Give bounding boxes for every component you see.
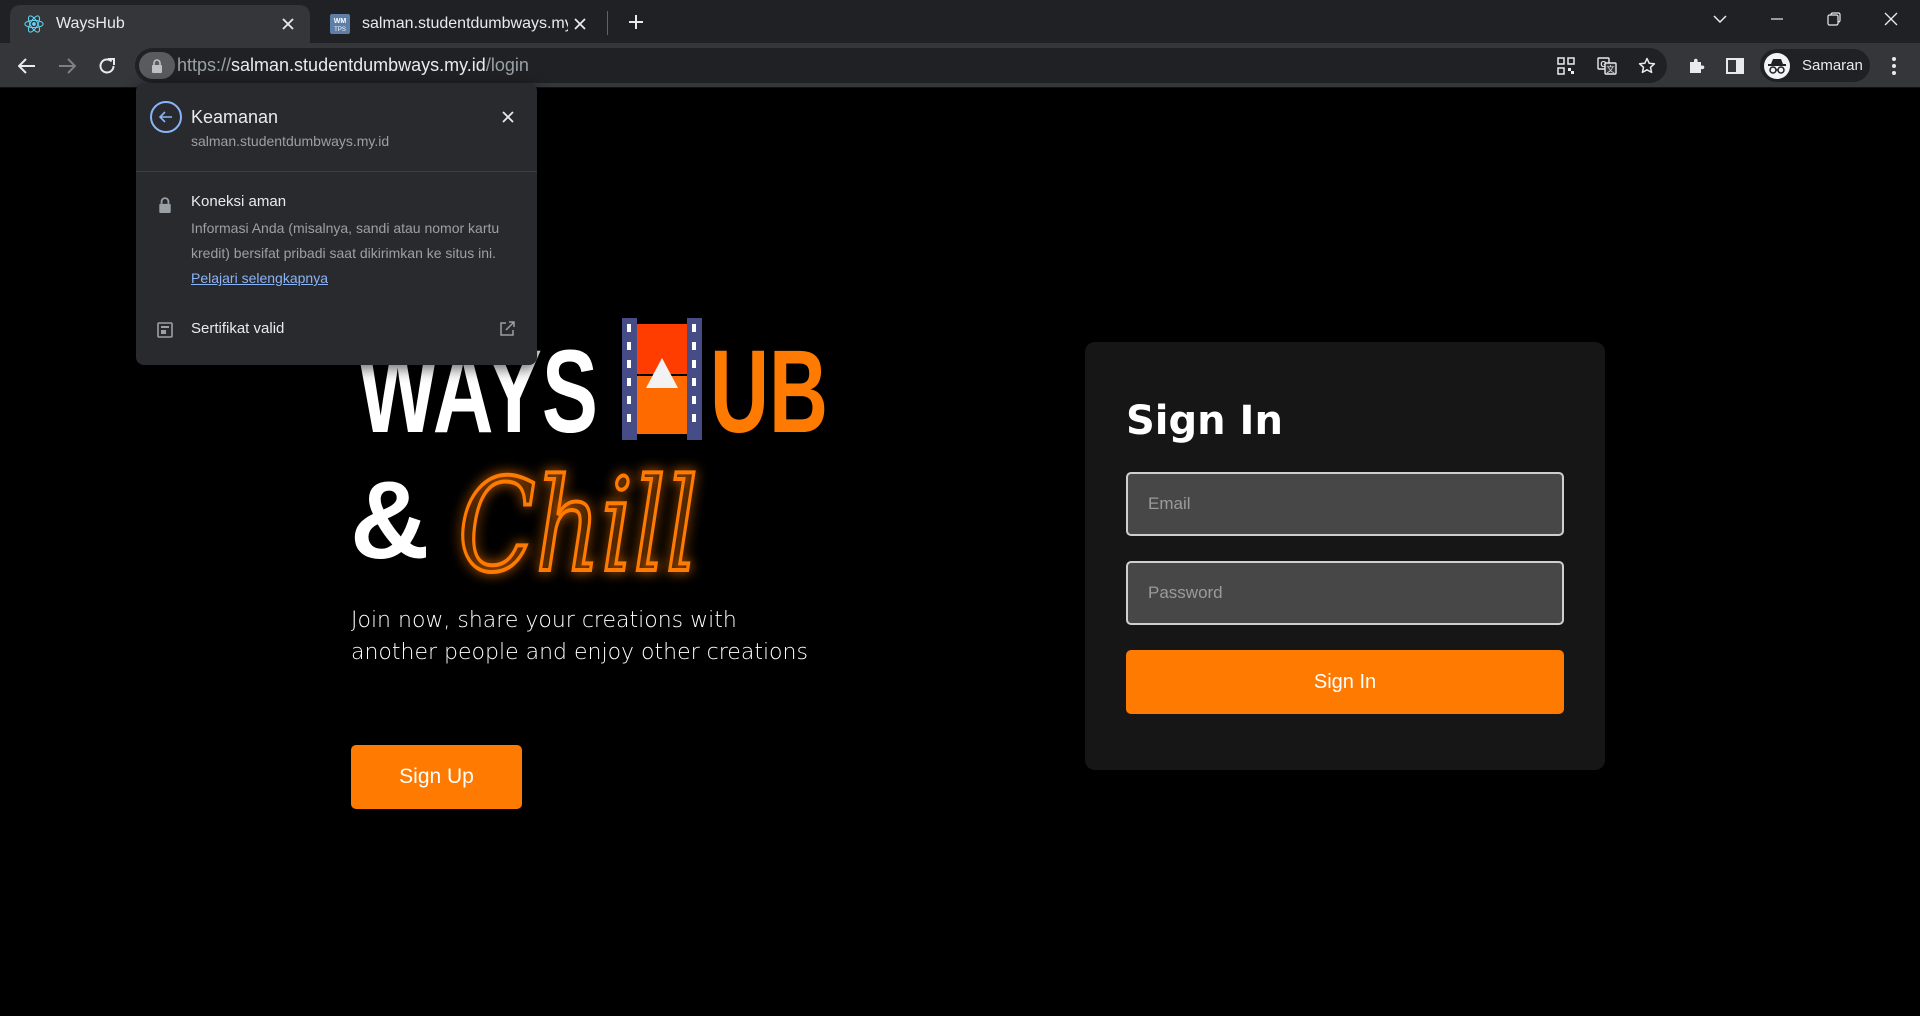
incognito-icon <box>1764 52 1790 79</box>
qr-code-button[interactable] <box>1553 53 1579 79</box>
site-security-popup: Keamanan salman.studentdumbways.my.id Ko… <box>136 83 537 365</box>
profile-button[interactable]: Samaran <box>1760 49 1870 82</box>
close-icon <box>1884 12 1898 26</box>
url-path: /login <box>485 55 529 75</box>
react-icon <box>24 14 44 34</box>
logo-ub-text: UB <box>710 326 828 458</box>
puzzle-icon <box>1690 58 1705 73</box>
sign-in-heading: Sign In <box>1126 398 1283 444</box>
popup-divider <box>136 171 537 172</box>
lock-icon <box>159 197 171 213</box>
tab-title: salman.studentdumbways.my.id W <box>362 15 568 32</box>
close-window-button[interactable] <box>1869 4 1913 34</box>
back-button[interactable] <box>11 50 43 82</box>
site-info-button[interactable] <box>139 52 175 79</box>
popup-host: salman.studentdumbways.my.id <box>191 133 390 149</box>
tab-separator <box>607 11 608 35</box>
wm-icon: WM TPS <box>330 14 350 34</box>
menu-button[interactable] <box>1878 50 1910 82</box>
certificate-icon <box>157 322 173 338</box>
plus-icon <box>629 15 643 29</box>
star-icon <box>1638 57 1656 74</box>
close-icon <box>502 111 514 123</box>
close-tab-icon[interactable] <box>276 12 300 36</box>
restore-icon <box>1827 12 1841 26</box>
lock-icon <box>152 58 162 73</box>
restore-button[interactable] <box>1812 4 1856 34</box>
forward-button[interactable] <box>51 50 83 82</box>
minimize-button[interactable] <box>1755 4 1799 34</box>
certificate-valid-item[interactable]: Sertifikat valid <box>191 320 284 337</box>
side-panel-icon <box>1726 58 1744 74</box>
new-tab-button[interactable] <box>622 8 650 36</box>
sign-up-button[interactable]: Sign Up <box>351 745 522 809</box>
browser-toolbar: https://salman.studentdumbways.my.id/log… <box>0 43 1920 88</box>
translate-icon: G 文 <box>1597 57 1617 75</box>
logo-amp-text: & <box>350 459 429 582</box>
extensions-button[interactable] <box>1680 50 1712 82</box>
svg-text:文: 文 <box>1607 64 1615 74</box>
chevron-down-icon <box>1713 15 1727 23</box>
connection-title: Koneksi aman <box>191 193 287 210</box>
connection-description: Informasi Anda (misalnya, sandi atau nom… <box>191 216 511 291</box>
password-field[interactable] <box>1126 561 1564 625</box>
address-bar[interactable]: https://salman.studentdumbways.my.id/log… <box>135 48 1667 83</box>
reload-button[interactable] <box>91 50 123 82</box>
close-popup-button[interactable] <box>496 105 520 129</box>
external-link-icon[interactable] <box>498 320 516 338</box>
url-scheme: https:// <box>177 55 232 75</box>
svg-text:TPS: TPS <box>334 27 346 33</box>
arrow-left-icon <box>159 111 172 123</box>
learn-more-link[interactable]: Pelajari selengkapnya <box>191 270 328 286</box>
tagline: Join now, share your creations with anot… <box>351 608 808 665</box>
arrow-left-icon <box>18 58 35 74</box>
tab-wayshub[interactable]: WaysHub <box>10 5 310 43</box>
reload-icon <box>99 58 115 74</box>
svg-text:WM: WM <box>334 18 347 25</box>
side-panel-button[interactable] <box>1719 50 1751 82</box>
sign-in-button[interactable]: Sign In <box>1126 650 1564 714</box>
email-field[interactable] <box>1126 472 1564 536</box>
connection-text: Informasi Anda (misalnya, sandi atau nom… <box>191 220 500 261</box>
url-text[interactable]: https://salman.studentdumbways.my.id/log… <box>177 55 529 76</box>
translate-button[interactable]: G 文 <box>1594 53 1620 79</box>
minimize-icon <box>1771 18 1783 20</box>
url-host: salman.studentdumbways.my.id <box>231 55 486 75</box>
arrow-right-icon <box>59 58 76 74</box>
logo-chill-text: Chill <box>458 452 698 590</box>
tab-second[interactable]: WM TPS salman.studentdumbways.my.id W <box>316 5 602 43</box>
bookmark-button[interactable] <box>1634 53 1660 79</box>
close-tab-icon[interactable] <box>568 12 592 36</box>
more-vert-icon <box>1892 57 1896 75</box>
tab-strip: WaysHub WM TPS salman.studentdumbways.my… <box>0 0 1920 43</box>
popup-title: Keamanan <box>191 107 279 127</box>
sign-in-card: Sign In Sign In <box>1085 342 1605 770</box>
film-strip-icon <box>622 318 702 440</box>
profile-name: Samaran <box>1802 57 1863 74</box>
tab-title: WaysHub <box>56 15 125 32</box>
back-button[interactable] <box>150 101 182 133</box>
tab-search-button[interactable] <box>1698 4 1742 34</box>
qr-code-icon <box>1557 57 1575 75</box>
